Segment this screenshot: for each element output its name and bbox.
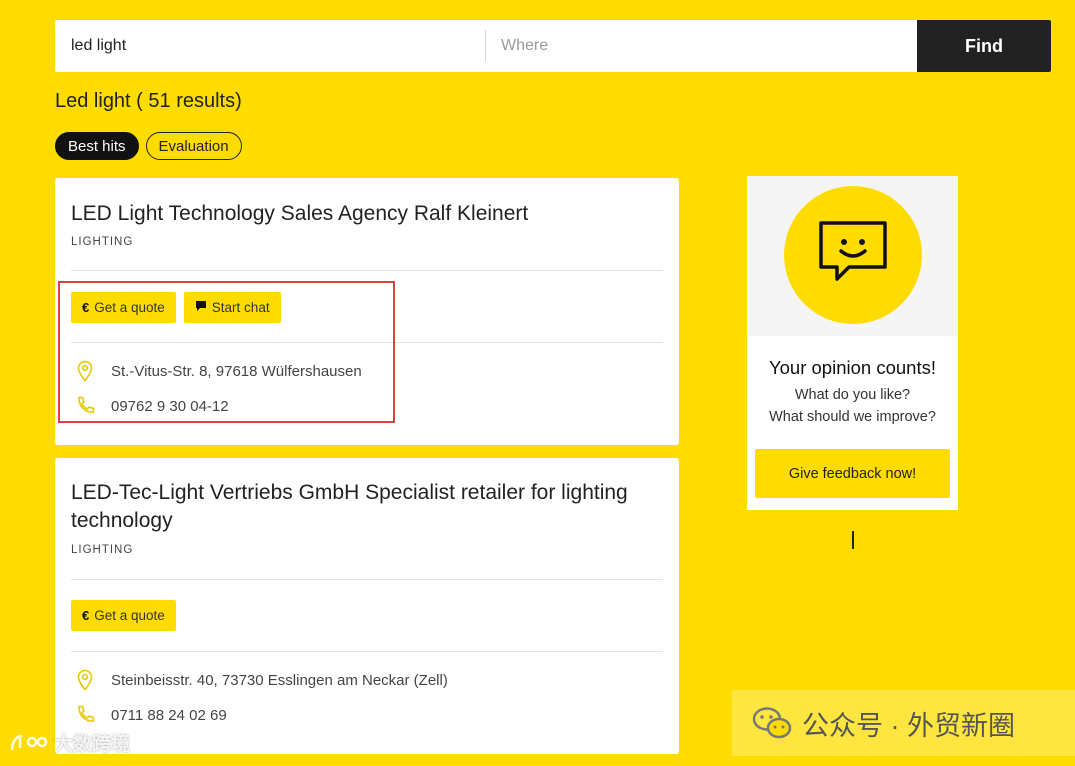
watermark-right-text: 公众号 · 外贸新圈 xyxy=(802,710,1015,741)
watermark-right: 公众号 · 外贸新圈 xyxy=(732,690,1075,756)
listing-category: LIGHTING xyxy=(71,236,134,248)
search-bar: Find xyxy=(55,20,1051,72)
start-chat-button[interactable]: Start chat xyxy=(183,292,281,323)
feedback-line1: What do you like? xyxy=(794,387,911,403)
location-pin-icon xyxy=(77,669,93,691)
listing-actions: € Get a quote Start chat xyxy=(71,292,281,323)
feedback-illustration xyxy=(747,176,958,336)
watermark-left-text: 大数跨境 xyxy=(54,733,131,755)
listing-card: LED Light Technology Sales Agency Ralf K… xyxy=(55,178,679,445)
give-feedback-button[interactable]: Give feedback now! xyxy=(755,449,950,498)
get-quote-button[interactable]: € Get a quote xyxy=(71,600,176,631)
feedback-panel: Your opinion counts! What do you like? W… xyxy=(747,176,958,510)
tab-best-hits[interactable]: Best hits xyxy=(55,132,139,160)
search-where-input[interactable] xyxy=(486,20,917,72)
results-title: Led light ( 51 results) xyxy=(55,90,242,112)
sort-tabs: Best hits Evaluation xyxy=(55,132,242,160)
listing-title[interactable]: LED-Tec-Light Vertriebs GmbH Specialist … xyxy=(71,479,649,535)
start-chat-label: Start chat xyxy=(211,300,270,315)
listing-address[interactable]: St.-Vitus-Str. 8, 97618 Wülfershausen xyxy=(111,363,362,380)
euro-icon: € xyxy=(82,300,90,315)
divider xyxy=(71,651,663,652)
phone-icon xyxy=(78,396,95,413)
wechat-icon xyxy=(752,707,792,739)
listing-phone[interactable]: 09762 9 30 04-12 xyxy=(111,398,229,415)
phone-icon xyxy=(78,705,95,722)
get-quote-label: Get a quote xyxy=(94,608,165,623)
divider xyxy=(71,270,663,271)
text-cursor xyxy=(852,531,854,549)
divider xyxy=(71,579,663,580)
search-what-input[interactable] xyxy=(55,20,485,72)
euro-icon: € xyxy=(82,608,90,623)
divider xyxy=(71,342,663,343)
brand-logo-icon xyxy=(10,734,48,751)
find-button[interactable]: Find xyxy=(917,20,1051,72)
smiley-chat-icon xyxy=(784,186,922,324)
feedback-title: Your opinion counts! xyxy=(769,357,936,378)
listing-category: LIGHTING xyxy=(71,544,134,556)
location-pin-icon xyxy=(77,360,93,382)
address-row: Steinbeisstr. 40, 73730 Esslingen am Nec… xyxy=(75,669,448,691)
phone-row: 09762 9 30 04-12 xyxy=(75,395,229,417)
chat-bubble-icon xyxy=(195,300,207,315)
get-quote-label: Get a quote xyxy=(94,300,165,315)
get-quote-button[interactable]: € Get a quote xyxy=(71,292,176,323)
watermark-left: 大数跨境 xyxy=(8,728,130,756)
listing-phone[interactable]: 0711 88 24 02 69 xyxy=(111,707,227,724)
feedback-line2: What should we improve? xyxy=(769,409,936,425)
listing-title[interactable]: LED Light Technology Sales Agency Ralf K… xyxy=(71,200,649,228)
listing-card: LED-Tec-Light Vertriebs GmbH Specialist … xyxy=(55,458,679,754)
phone-row: 0711 88 24 02 69 xyxy=(75,704,227,726)
listing-address[interactable]: Steinbeisstr. 40, 73730 Esslingen am Nec… xyxy=(111,672,448,689)
address-row: St.-Vitus-Str. 8, 97618 Wülfershausen xyxy=(75,360,362,382)
tab-evaluation[interactable]: Evaluation xyxy=(145,132,242,160)
listing-actions: € Get a quote xyxy=(71,600,176,631)
